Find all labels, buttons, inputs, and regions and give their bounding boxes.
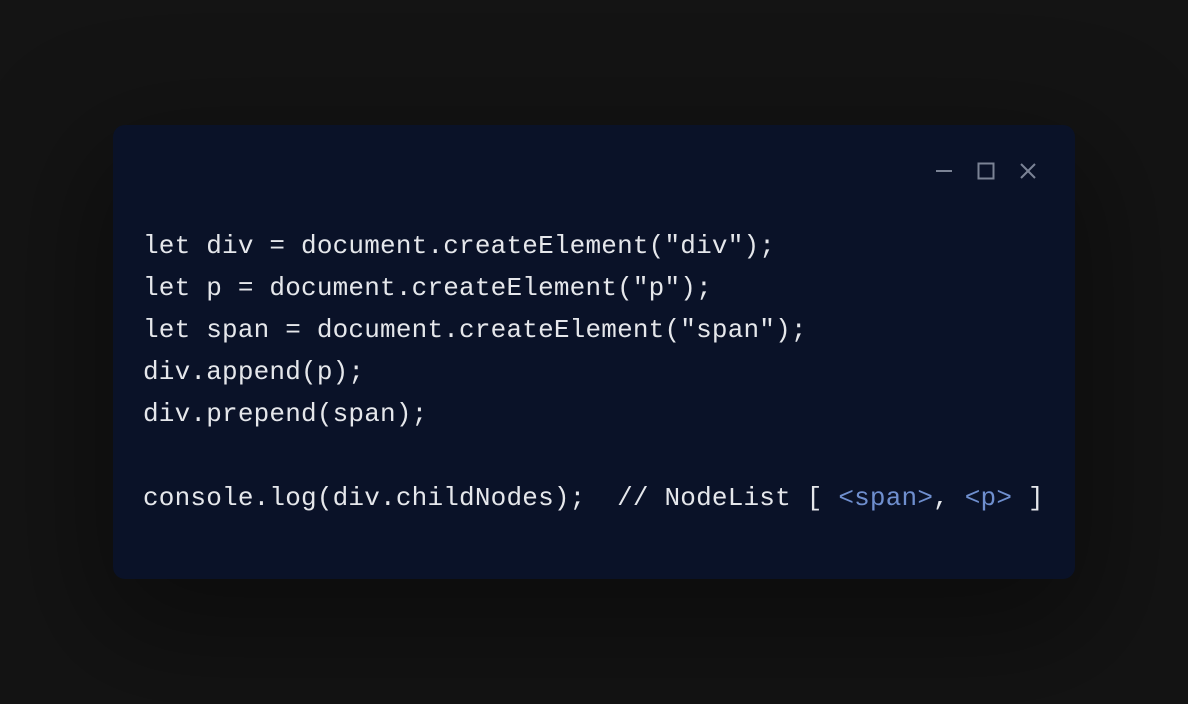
window-titlebar <box>143 155 1045 187</box>
code-line: let span = document.createElement("span"… <box>143 309 1045 351</box>
close-icon[interactable] <box>1017 160 1039 182</box>
code-line: div.append(p); <box>143 351 1045 393</box>
code-token: let span = document.createElement("span"… <box>143 315 807 345</box>
code-content[interactable]: let div = document.createElement("div");… <box>143 225 1045 520</box>
code-line: let p = document.createElement("p"); <box>143 267 1045 309</box>
code-editor-window: let div = document.createElement("div");… <box>113 125 1075 580</box>
code-line: console.log(div.childNodes); // NodeList… <box>143 477 1045 519</box>
code-token: let p = document.createElement("p"); <box>143 273 712 303</box>
code-token: let div = document.createElement("div"); <box>143 231 775 261</box>
code-line <box>143 435 1045 477</box>
code-line: let div = document.createElement("div"); <box>143 225 1045 267</box>
code-token: console.log(div.childNodes); // NodeList… <box>143 483 838 513</box>
code-token: , <box>933 483 965 513</box>
code-token-tag: <span> <box>838 483 933 513</box>
code-token: ] <box>1012 483 1044 513</box>
code-token-tag: <p> <box>965 483 1012 513</box>
maximize-icon[interactable] <box>975 160 997 182</box>
code-token: div.append(p); <box>143 357 364 387</box>
minimize-icon[interactable] <box>933 160 955 182</box>
code-token: div.prepend(span); <box>143 399 427 429</box>
code-line: div.prepend(span); <box>143 393 1045 435</box>
